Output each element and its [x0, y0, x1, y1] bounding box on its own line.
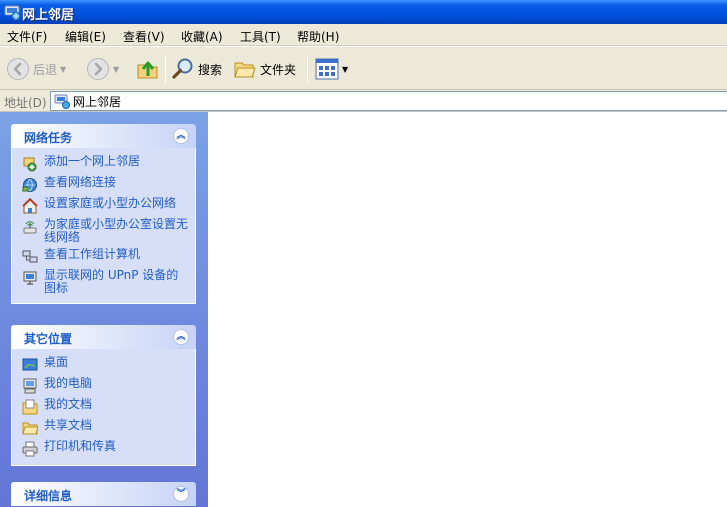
search-icon — [172, 58, 193, 79]
network-connections-icon — [22, 178, 37, 192]
content-area[interactable] — [208, 112, 727, 507]
folders-label: 文件夹 — [260, 62, 297, 77]
other-places-body: 桌面 我的电脑 我的文档 共享文档 打印机和传真 — [11, 349, 196, 466]
desktop-icon — [22, 358, 38, 371]
home-network-setup-icon — [22, 198, 38, 214]
menu-file[interactable]: 文件(F) — [7, 28, 47, 45]
forward-dropdown-icon[interactable]: ▼ — [113, 65, 119, 74]
task-setup-wireless-network[interactable]: 为家庭或小型办公室设置无线网络 — [12, 216, 195, 246]
up-folder-icon — [137, 61, 158, 79]
back-arrow-icon — [7, 58, 29, 80]
network-tasks-header[interactable]: 网络任务 ︽ — [11, 124, 196, 148]
place-my-computer[interactable]: 我的电脑 — [12, 375, 195, 396]
shared-documents-icon — [22, 422, 38, 435]
place-label: 打印机和传真 — [44, 439, 117, 453]
add-network-place-icon — [23, 157, 37, 172]
place-my-documents[interactable]: 我的文档 — [12, 396, 195, 417]
task-label: 为家庭或小型办公室设置无线网络 — [44, 217, 189, 244]
printers-faxes-icon — [22, 441, 38, 457]
other-places-title: 其它位置 — [24, 332, 73, 346]
address-bar: 地址(D) 网上邻居 — [0, 90, 727, 112]
address-value: 网上邻居 — [73, 94, 122, 109]
other-places-header[interactable]: 其它位置 ︽ — [11, 325, 196, 349]
search-button[interactable]: 搜索 — [171, 55, 222, 83]
details-title: 详细信息 — [24, 489, 73, 503]
explorer-window: 网上邻居 文件(F) 编辑(E) 查看(V) 收藏(A) 工具(T) 帮助(H)… — [0, 0, 727, 507]
details-header[interactable]: 详细信息 ︾ — [11, 482, 196, 506]
up-folder-button[interactable] — [136, 55, 160, 83]
views-dropdown-icon[interactable]: ▼ — [342, 65, 348, 74]
network-tasks-panel: 网络任务 ︽ 添加一个网上邻居 查看网络连接 设置家庭或小型办公网络 为家庭或小… — [11, 124, 196, 304]
task-view-workgroup-computers[interactable]: 查看工作组计算机 — [12, 246, 195, 267]
menu-favorites[interactable]: 收藏(A) — [181, 28, 223, 45]
task-label: 查看网络连接 — [44, 175, 117, 189]
place-label: 我的电脑 — [44, 376, 93, 390]
views-icon — [315, 58, 339, 80]
forward-arrow-icon — [87, 58, 109, 80]
other-places-panel: 其它位置 ︽ 桌面 我的电脑 我的文档 共享文档 打印机和传真 — [11, 325, 196, 466]
back-button[interactable]: 后退 ▼ — [6, 55, 66, 83]
network-tasks-body: 添加一个网上邻居 查看网络连接 设置家庭或小型办公网络 为家庭或小型办公室设置无… — [11, 148, 196, 304]
place-printers-faxes[interactable]: 打印机和传真 — [12, 438, 195, 459]
back-dropdown-icon[interactable]: ▼ — [60, 65, 66, 74]
place-label: 共享文档 — [44, 418, 93, 432]
place-shared-documents[interactable]: 共享文档 — [12, 417, 195, 438]
menu-edit[interactable]: 编辑(E) — [65, 28, 106, 45]
menu-bar: 文件(F) 编辑(E) 查看(V) 收藏(A) 工具(T) 帮助(H) — [0, 24, 727, 46]
wireless-network-setup-icon — [23, 221, 37, 234]
task-setup-home-network[interactable]: 设置家庭或小型办公网络 — [12, 195, 195, 216]
task-add-network-place[interactable]: 添加一个网上邻居 — [12, 153, 195, 174]
folder-icon — [234, 62, 256, 78]
views-button[interactable]: ▼ — [315, 55, 348, 83]
task-label: 显示联网的 UPnP 设备的图标 — [44, 268, 179, 295]
window-title: 网上邻居 — [22, 8, 75, 23]
search-label: 搜索 — [198, 62, 223, 77]
menu-view[interactable]: 查看(V) — [123, 28, 165, 45]
back-label: 后退 — [33, 62, 58, 77]
my-documents-icon — [22, 399, 38, 415]
toolbar-separator — [307, 55, 308, 83]
network-tasks-title: 网络任务 — [24, 131, 73, 145]
network-places-icon — [54, 94, 70, 109]
task-view-network-connections[interactable]: 查看网络连接 — [12, 174, 195, 195]
my-computer-icon — [23, 378, 37, 394]
workgroup-computers-icon — [22, 250, 38, 263]
task-pane: 网络任务 ︽ 添加一个网上邻居 查看网络连接 设置家庭或小型办公网络 为家庭或小… — [0, 112, 208, 507]
folders-button[interactable]: 文件夹 — [233, 55, 296, 83]
details-panel: 详细信息 ︾ — [11, 482, 196, 506]
task-label: 设置家庭或小型办公网络 — [44, 196, 177, 210]
title-bar[interactable]: 网上邻居 — [0, 0, 727, 24]
menu-help[interactable]: 帮助(H) — [297, 28, 339, 45]
menu-tools[interactable]: 工具(T) — [240, 28, 281, 45]
place-desktop[interactable]: 桌面 — [12, 354, 195, 375]
place-label: 桌面 — [44, 355, 69, 369]
task-label: 添加一个网上邻居 — [44, 154, 141, 168]
forward-button[interactable]: ▼ — [86, 55, 119, 83]
task-show-upnp-devices[interactable]: 显示联网的 UPnP 设备的图标 — [12, 267, 195, 297]
network-places-icon — [4, 5, 21, 21]
toolbar: 后退 ▼ ▼ 搜索 文件夹 ▼ — [0, 46, 727, 90]
place-label: 我的文档 — [44, 397, 93, 411]
collapse-icon[interactable]: ︽ — [173, 329, 189, 345]
address-input[interactable]: 网上邻居 — [50, 91, 727, 111]
toolbar-separator — [165, 55, 166, 83]
collapse-icon[interactable]: ︽ — [173, 128, 189, 144]
task-label: 查看工作组计算机 — [44, 247, 141, 261]
expand-icon[interactable]: ︾ — [173, 486, 189, 502]
address-label: 地址(D) — [4, 96, 47, 110]
upnp-device-icon — [23, 271, 37, 285]
